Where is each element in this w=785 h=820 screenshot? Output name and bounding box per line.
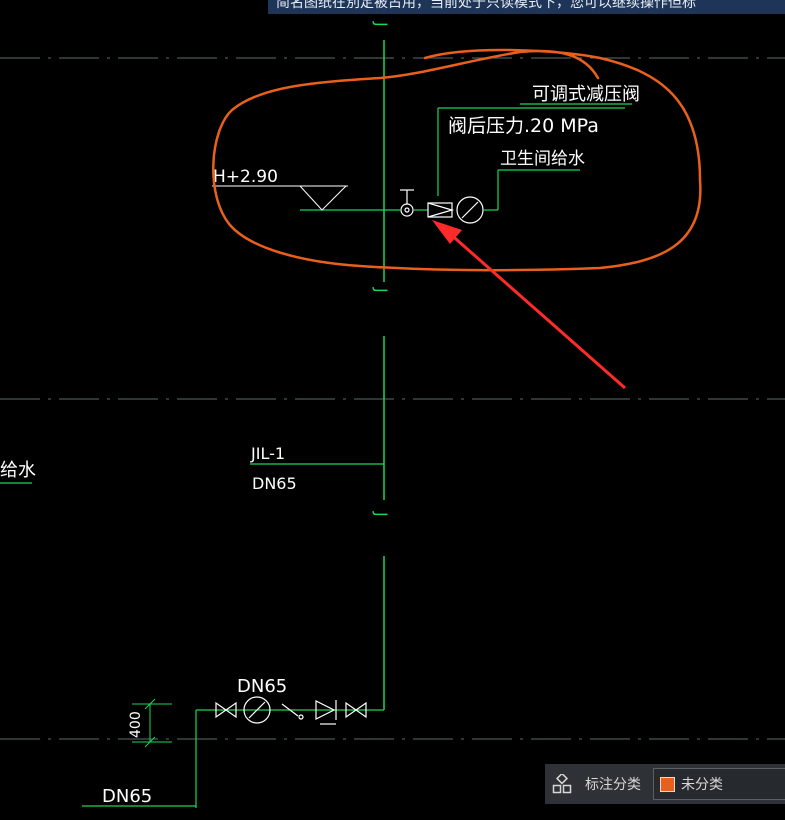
strainer-icon (281, 703, 304, 720)
bottom-dn-left-label: DN65 (102, 786, 152, 807)
pressure-gauge-icon (456, 196, 484, 224)
left-edge-label: 给水 (0, 460, 36, 481)
grid-icon[interactable] (545, 764, 579, 804)
riser-dn-label: DN65 (252, 474, 297, 493)
check-valve-icon (315, 700, 337, 725)
annotation-category-value: 未分类 (681, 776, 723, 792)
cad-canvas[interactable]: J J J H+2.90 可调式减压阀 阀后压力.20 MPa 卫生间给水 给水… (0, 0, 785, 816)
annotation-category-dropdown[interactable]: 未分类 (653, 768, 785, 800)
annotation-post-pressure: 阀后压力.20 MPa (448, 115, 599, 137)
annotation-category-bar: 标注分类 未分类 (545, 764, 785, 804)
annotation-pressure-valve: 可调式减压阀 (532, 84, 640, 105)
grid-axes (0, 57, 785, 740)
elevation-label: H+2.90 (213, 167, 278, 187)
pipe-code-mid: J (372, 287, 391, 293)
read-only-banner: 简名图纸在別定被占用，当前处于只读模式下，您可以继续操作但标 (268, 0, 785, 14)
bottom-dn-top-label: DN65 (237, 676, 287, 697)
pipe-code-top: J (372, 21, 391, 27)
annotation-category-label: 标注分类 (585, 776, 641, 792)
riser-id-label: JIL-1 (250, 444, 285, 463)
read-only-banner-text: 简名图纸在別定被占用，当前处于只读模式下，您可以继续操作但标 (276, 0, 696, 11)
annotation-bathroom-supply: 卫生间给水 (500, 149, 585, 169)
gate-valve-icon (400, 189, 414, 217)
dimension-label: 400 (128, 711, 144, 738)
pipe-code-low: J (372, 511, 391, 517)
category-color-swatch (660, 776, 675, 792)
markup-arrow (432, 220, 626, 390)
pressure-reducing-valve-icon (427, 202, 455, 218)
elevation-mark (212, 185, 348, 211)
